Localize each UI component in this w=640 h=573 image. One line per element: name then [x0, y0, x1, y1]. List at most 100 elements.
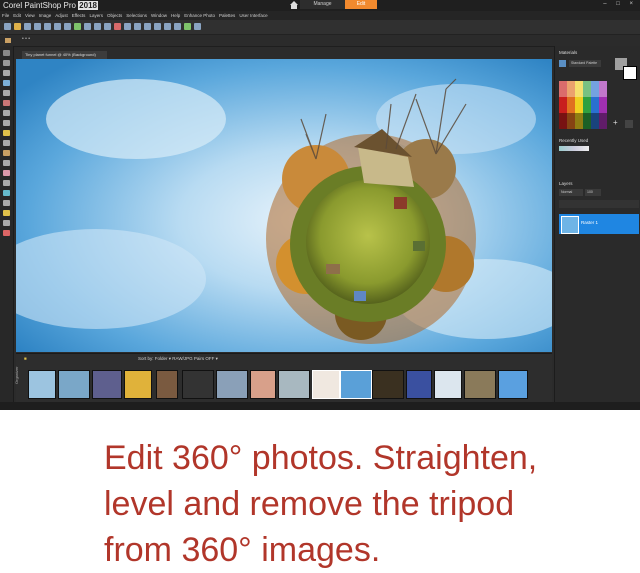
open-folder-icon[interactable] [14, 23, 21, 30]
redo-icon[interactable] [54, 23, 61, 30]
thumbnail-selected[interactable] [340, 370, 372, 399]
thumbnail[interactable] [156, 370, 178, 399]
more-icon[interactable] [164, 23, 171, 30]
warp-tool-icon[interactable] [3, 210, 10, 216]
crop-icon[interactable] [64, 23, 71, 30]
menu-layers[interactable]: Layers [87, 11, 105, 20]
raw-filter-select[interactable]: RAW/JPG Pairs OFF [172, 356, 214, 361]
thumbnail[interactable] [372, 370, 404, 399]
thumbnail[interactable] [58, 370, 90, 399]
rotate-icon[interactable] [84, 23, 91, 30]
share-icon[interactable] [144, 23, 151, 30]
background-color[interactable] [623, 66, 637, 80]
clone-tool-icon[interactable] [3, 120, 10, 126]
thumbnail[interactable] [182, 370, 214, 399]
folder-icon[interactable]: ■ [24, 356, 27, 361]
enhance-icon[interactable] [184, 23, 191, 30]
thumbnail[interactable] [464, 370, 496, 399]
makeover-tool-icon[interactable] [3, 110, 10, 116]
menu-enhance-photo[interactable]: Enhance Photo [182, 11, 217, 20]
camera-icon[interactable] [174, 23, 181, 30]
thumbnail[interactable] [28, 370, 56, 399]
layer-row-selected[interactable]: Raster 1 [559, 214, 639, 234]
print-icon[interactable] [34, 23, 41, 30]
thumbnail[interactable] [216, 370, 248, 399]
thumbnail-selected[interactable] [312, 370, 340, 399]
materials-mode-select[interactable]: Standard Palette [569, 60, 601, 67]
fit-icon[interactable] [104, 23, 111, 30]
swatch-options-icon[interactable] [625, 120, 633, 128]
status-bar [0, 402, 640, 410]
tab-manage[interactable]: Manage [300, 0, 345, 9]
adjust-icon[interactable] [74, 23, 81, 30]
undo-icon[interactable] [44, 23, 51, 30]
menu-user-interface[interactable]: User Interface [237, 11, 269, 20]
dodge-tool-icon[interactable] [3, 130, 10, 136]
help-icon[interactable] [154, 23, 161, 30]
add-swatch-icon[interactable]: + [613, 118, 618, 127]
menu-bar: File Edit View Image Adjust Effects Laye… [0, 11, 640, 20]
new-file-icon[interactable] [4, 23, 11, 30]
menu-view[interactable]: View [23, 11, 37, 20]
selection-tool-icon[interactable] [3, 60, 10, 66]
image-canvas[interactable] [16, 59, 552, 352]
move-tool-icon[interactable] [3, 70, 10, 76]
thumbnail[interactable] [406, 370, 432, 399]
tool-options-bar: • • • [0, 35, 640, 47]
tab-edit[interactable]: Edit [345, 0, 377, 9]
pick-tool-icon[interactable] [3, 50, 10, 56]
straighten-tool-icon[interactable] [3, 90, 10, 96]
menu-window[interactable]: Window [149, 11, 169, 20]
red-eye-icon[interactable] [114, 23, 121, 30]
thumbnail[interactable] [498, 370, 528, 399]
caption-line-1: Edit 360° photos. Straighten, [104, 439, 538, 477]
red-eye-tool-icon[interactable] [3, 100, 10, 106]
menu-file[interactable]: File [0, 11, 11, 20]
layer-icon[interactable] [124, 23, 131, 30]
menu-adjust[interactable]: Adjust [53, 11, 70, 20]
more-tools-icon[interactable] [3, 230, 10, 236]
marketing-caption: Edit 360° photos. Straighten, level and … [104, 435, 634, 573]
blend-mode-select[interactable]: Normal [559, 189, 583, 196]
window-controls[interactable]: – □ × [603, 1, 637, 7]
color-swatches[interactable] [559, 81, 607, 129]
menu-help[interactable]: Help [169, 11, 182, 20]
brush-tool-icon[interactable] [3, 150, 10, 156]
home-icon[interactable] [290, 1, 298, 9]
menu-edit[interactable]: Edit [11, 11, 23, 20]
pen-tool-icon[interactable] [3, 200, 10, 206]
thumbnail[interactable] [278, 370, 310, 399]
pan-tool-icon[interactable] [4, 37, 12, 44]
dropper-tool-icon[interactable] [3, 220, 10, 226]
save-icon[interactable] [24, 23, 31, 30]
sort-select[interactable]: Folder [155, 356, 168, 361]
tool-options-more[interactable]: • • • [22, 36, 30, 42]
thumbnail[interactable] [434, 370, 462, 399]
recent-colors[interactable] [559, 146, 589, 151]
fill-tool-icon[interactable] [3, 170, 10, 176]
thumbnail[interactable] [250, 370, 276, 399]
caption-line-3: from 360° images. [104, 531, 381, 569]
zoom-icon[interactable] [94, 23, 101, 30]
document-tab[interactable]: Tiny planet funnel @ 40% (Background) [22, 51, 107, 59]
crop-tool-icon[interactable] [3, 80, 10, 86]
menu-image[interactable]: Image [37, 11, 54, 20]
menu-effects[interactable]: Effects [70, 11, 88, 20]
shape-tool-icon[interactable] [3, 190, 10, 196]
opacity-field[interactable]: 100 [585, 189, 601, 196]
eraser-tool-icon[interactable] [3, 160, 10, 166]
thumbnail[interactable] [124, 370, 152, 399]
menu-objects[interactable]: Objects [105, 11, 124, 20]
text-tool-icon[interactable] [3, 180, 10, 186]
tiny-planet-photo [16, 59, 552, 352]
menu-palettes[interactable]: Palettes [217, 11, 237, 20]
tools-toolbar [0, 46, 14, 410]
menu-selections[interactable]: Selections [124, 11, 149, 20]
smudge-tool-icon[interactable] [3, 140, 10, 146]
thumbnail[interactable] [92, 370, 122, 399]
materials-grid-icon[interactable] [559, 60, 566, 67]
settings-icon[interactable] [134, 23, 141, 30]
standard-toolbar [0, 20, 640, 35]
web-icon[interactable] [194, 23, 201, 30]
layers-toolbar[interactable] [559, 200, 639, 208]
